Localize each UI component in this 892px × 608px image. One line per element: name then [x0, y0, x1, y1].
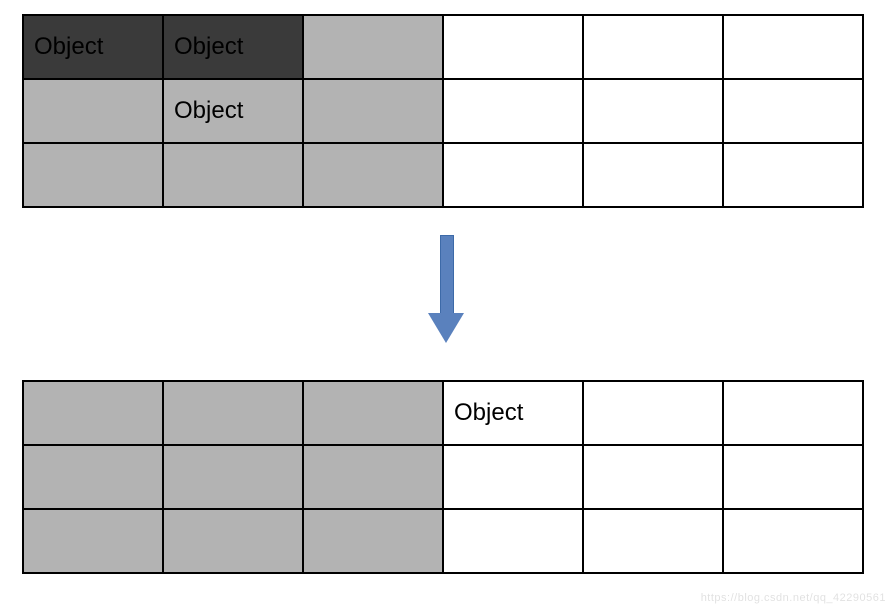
grid-top-cell: [303, 143, 443, 207]
grid-top-cell: [723, 79, 863, 143]
grid-bottom: Object: [22, 380, 864, 574]
grid-top-cell: [23, 79, 163, 143]
grid-top-cell: [583, 15, 723, 79]
grid-top-cell: [723, 143, 863, 207]
cell-label: Object: [174, 97, 243, 124]
grid-top-cell: [443, 79, 583, 143]
cell-label: Object: [34, 33, 103, 60]
grid-bottom-cell: [163, 381, 303, 445]
grid-top-cell: Object: [163, 79, 303, 143]
cell-label: Object: [174, 33, 243, 60]
grid-bottom-cell: [723, 381, 863, 445]
grid-bottom-cell: [163, 509, 303, 573]
grid-top-cell: [443, 143, 583, 207]
grid-bottom-cell: [443, 509, 583, 573]
grid-bottom-cell: [23, 445, 163, 509]
grid-top-cell: [443, 15, 583, 79]
diagram-canvas: Object Object Object: [0, 0, 892, 608]
grid-bottom-cell: [303, 509, 443, 573]
grid-bottom-cell: [583, 381, 723, 445]
grid-bottom-cell: [163, 445, 303, 509]
grid-top-cell: [723, 15, 863, 79]
cell-label: Object: [454, 399, 523, 426]
grid-top-cell: Object: [163, 15, 303, 79]
grid-bottom-cell: [23, 381, 163, 445]
grid-top-cell: [303, 15, 443, 79]
grid-bottom-cell: [303, 381, 443, 445]
grid-top-cell: Object: [23, 15, 163, 79]
grid-top-cell: [583, 79, 723, 143]
grid-top-cell: [583, 143, 723, 207]
grid-top: Object Object Object: [22, 14, 864, 208]
arrow-down-icon: [436, 235, 456, 345]
grid-top-cell: [163, 143, 303, 207]
grid-bottom-cell: [443, 445, 583, 509]
watermark-text: https://blog.csdn.net/qq_42290561: [701, 592, 886, 604]
grid-bottom-cell: Object: [443, 381, 583, 445]
grid-bottom-cell: [23, 509, 163, 573]
grid-bottom-cell: [303, 445, 443, 509]
grid-bottom-cell: [583, 509, 723, 573]
grid-top-cell: [23, 143, 163, 207]
grid-bottom-cell: [583, 445, 723, 509]
grid-bottom-cell: [723, 509, 863, 573]
grid-top-cell: [303, 79, 443, 143]
grid-bottom-cell: [723, 445, 863, 509]
